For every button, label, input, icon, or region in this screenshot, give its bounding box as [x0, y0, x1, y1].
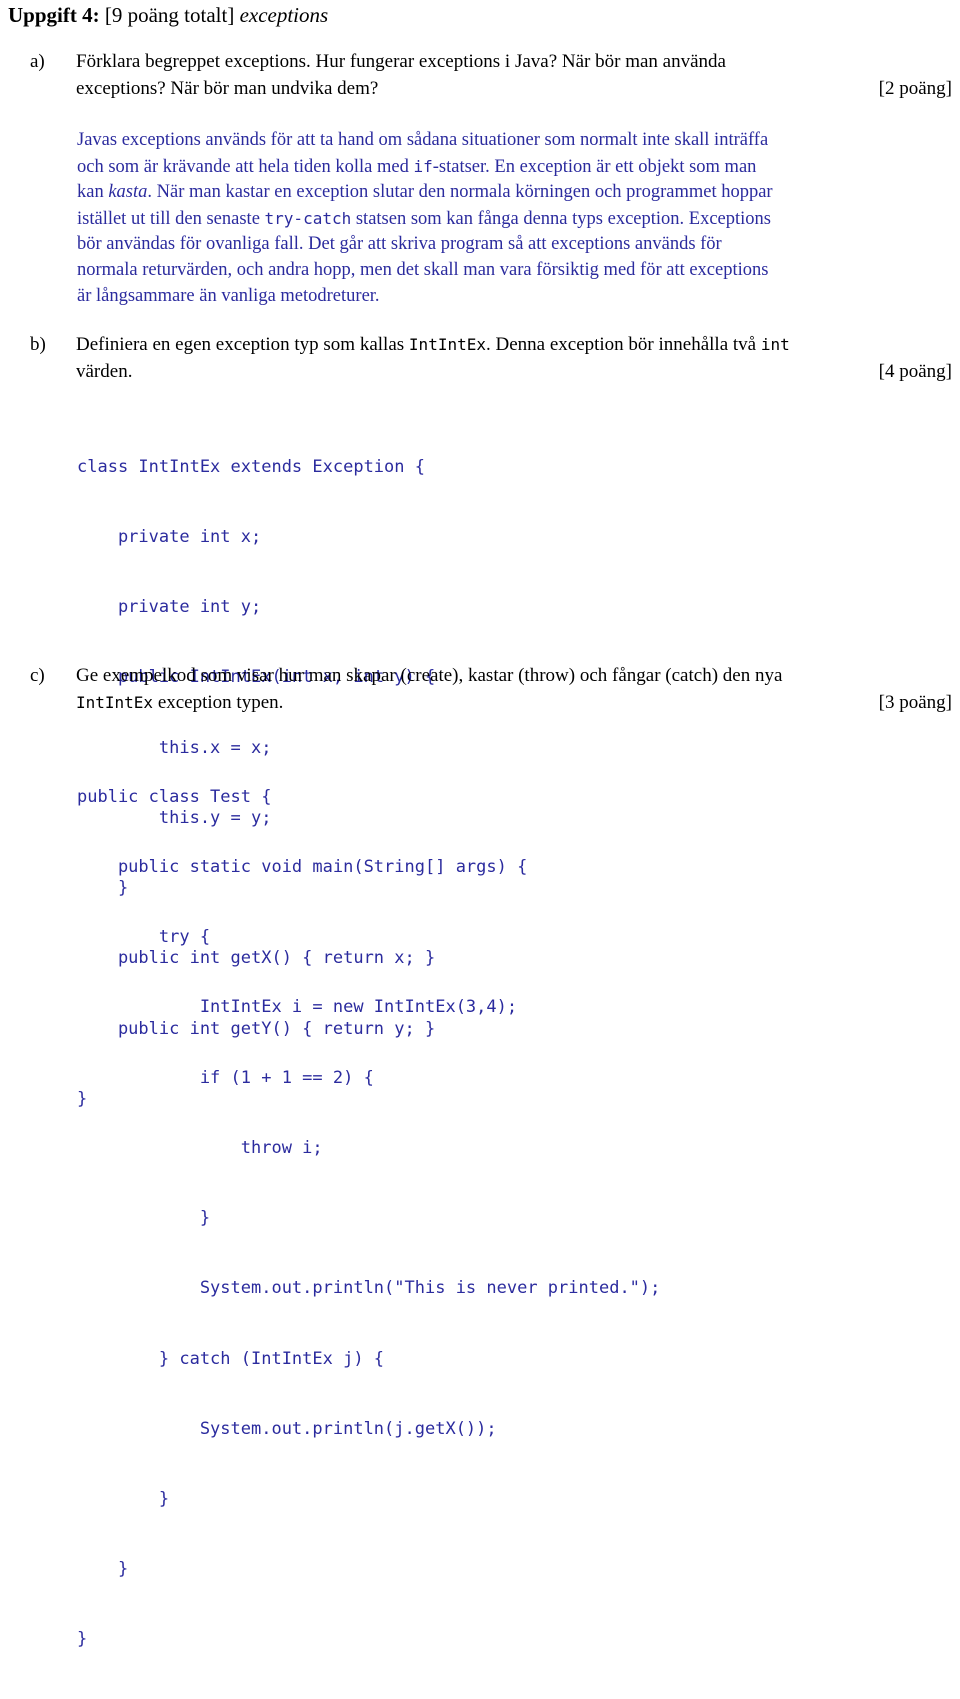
page-title: Uppgift 4: [9 poäng totalt] exceptions [8, 2, 328, 28]
question-c-code-intintex: IntIntEx [76, 693, 154, 712]
code-line: } [77, 1489, 170, 1509]
answer-a: Javas exceptions används för att ta hand… [77, 128, 955, 309]
answer-a-line-2-part-2: -statser. En exception är ett objekt som… [432, 156, 757, 177]
document-page: Uppgift 4: [9 poäng totalt] exceptions a… [0, 0, 960, 1649]
question-a-line-1: Förklara begreppet exceptions. Hur funge… [76, 51, 726, 72]
question-b-line-1: Definiera en egen exception typ som kall… [76, 331, 952, 358]
code-line: private int y; [77, 597, 262, 618]
question-a-line-2: exceptions? När bör man undvika dem? [76, 78, 379, 99]
question-b-marker: b) [30, 334, 46, 355]
code-line: System.out.println(j.getX()); [77, 1418, 497, 1439]
question-c: c) Ge exempelkod som visar hur man skapa… [30, 662, 952, 716]
question-c-line-2-part-2: exception typen. [153, 692, 284, 713]
question-b-code-intintex: IntIntEx [408, 335, 486, 354]
title-bold: Uppgift 4: [8, 3, 100, 27]
question-c-text: Ge exempelkod som visar hur man skapar (… [76, 662, 952, 716]
answer-a-emphasis-kasta: kasta [108, 182, 148, 203]
title-points-total: [9 poäng totalt] [99, 3, 240, 27]
answer-a-line-3-part-1: kan [77, 182, 109, 203]
code-line: System.out.println("This is never printe… [77, 1278, 661, 1299]
answer-a-line-7: är långsammare än vanliga metodreturer. [77, 285, 380, 306]
code-line: if (1 + 1 == 2) { [77, 1067, 374, 1088]
code-line: } [77, 1559, 129, 1580]
answer-a-line-3: kan kasta. När man kastar en exception s… [77, 180, 955, 206]
answer-a-line-3-part-2: . När man kastar en exception slutar den… [147, 182, 773, 203]
question-b-line-2: värden. [76, 361, 133, 382]
answer-a-line-5: bör användas för ovanliga fall. Det går … [77, 234, 722, 255]
answer-a-line-2: och som är krävande att hela tiden kolla… [77, 154, 955, 181]
question-b-line-1-part-2: . Denna exception bör innehålla två [485, 334, 761, 355]
code-line: throw i; [77, 1137, 323, 1158]
question-a-points: [2 poäng] [878, 78, 952, 99]
answer-a-code-try-catch: try-catch [264, 208, 352, 228]
answer-a-line-1: Javas exceptions används för att ta hand… [77, 130, 769, 150]
question-a-marker: a) [30, 51, 45, 72]
answer-a-line-6: normala returvärden, och andra hopp, men… [77, 259, 769, 280]
answer-a-line-4-part-2: statsen som kan fånga denna typs excepti… [351, 208, 771, 229]
code-line: public static void main(String[] args) { [77, 857, 528, 878]
question-a-text: Förklara begreppet exceptions. Hur funge… [76, 48, 952, 102]
question-c-points: [3 poäng] [878, 692, 952, 713]
code-line: } [77, 1629, 88, 1650]
title-topic: exceptions [239, 3, 329, 27]
answer-a-line-4: istället ut till den senaste try-catch s… [77, 206, 955, 233]
question-c-line-2: IntIntEx exception typen. [76, 689, 952, 716]
answer-a-line-2-part-1: och som är krävande att hela tiden kolla… [77, 156, 414, 177]
question-c-line-1: Ge exempelkod som visar hur man skapar (… [76, 665, 783, 686]
code-block-test: public class Test { public static void m… [77, 739, 660, 1699]
question-b-line-1-part-1: Definiera en egen exception typ som kall… [76, 334, 409, 355]
question-b-text: Definiera en egen exception typ som kall… [76, 331, 952, 385]
answer-a-code-if: if [413, 156, 433, 176]
question-b: b) Definiera en egen exception typ som k… [30, 331, 952, 385]
code-line: IntIntEx i = new IntIntEx(3,4); [77, 997, 518, 1018]
question-b-points: [4 poäng] [878, 361, 952, 382]
code-line: private int x; [77, 527, 262, 548]
code-line: } [77, 1208, 211, 1229]
code-line: public class Test { [77, 786, 272, 807]
code-line: class IntIntEx extends Exception { [77, 456, 425, 477]
code-line: try { [77, 927, 211, 948]
question-b-code-int: int [760, 335, 790, 354]
question-c-marker: c) [30, 665, 45, 686]
code-line: } catch (IntIntEx j) { [77, 1348, 385, 1369]
answer-a-line-4-part-1: istället ut till den senaste [77, 208, 265, 229]
question-a: a) Förklara begreppet exceptions. Hur fu… [30, 48, 952, 102]
